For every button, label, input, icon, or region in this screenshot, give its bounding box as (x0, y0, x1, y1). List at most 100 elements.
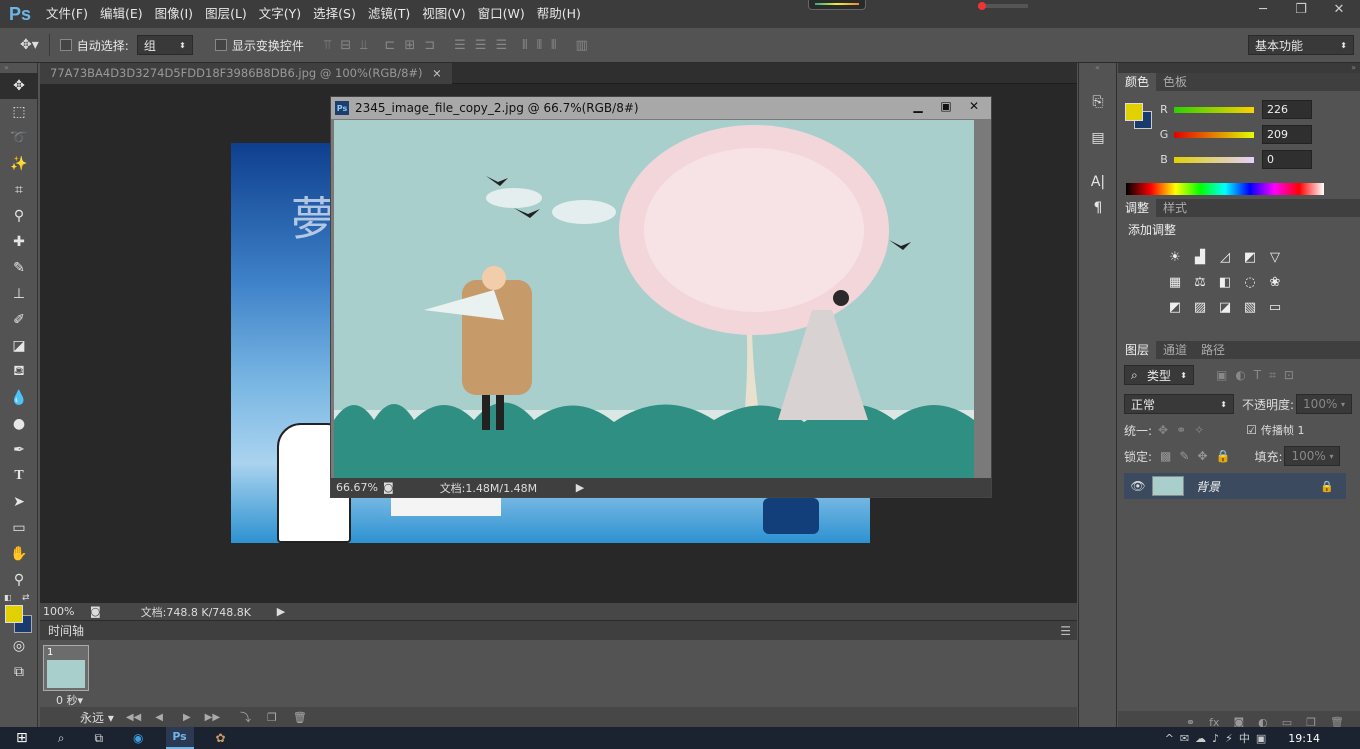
status-info-icon[interactable]: ◙ (90, 605, 101, 618)
paragraph-panel-icon[interactable]: ¶ (1079, 195, 1117, 221)
path-selection-tool-icon[interactable]: ➤ (0, 489, 38, 515)
menu-edit[interactable]: 编辑(E) (94, 0, 149, 28)
move-tool-icon[interactable]: ✥ (0, 73, 38, 99)
tween-icon[interactable]: ⤵ (240, 709, 251, 725)
distribute-top-icon[interactable]: ☰ (454, 38, 466, 53)
quick-mask-icon[interactable]: ◎ (0, 633, 38, 659)
filter-type-icons[interactable]: ▣◐T⌗⊡ (1216, 368, 1302, 383)
floating-window-titlebar[interactable]: Ps 2345_image_file_copy_2.jpg @ 66.7%(RG… (331, 97, 991, 119)
red-value[interactable]: 226 (1262, 100, 1312, 119)
play-icon[interactable]: ▶ (183, 712, 191, 723)
green-value[interactable]: 209 (1262, 125, 1312, 144)
status-menu-arrow-icon[interactable]: ▶ (277, 605, 285, 618)
windows-start-icon[interactable]: ⊞ (16, 730, 28, 746)
distribute-vcenter-icon[interactable]: ☰ (475, 38, 487, 53)
default-colors-icon[interactable]: ◧ (4, 593, 12, 602)
image-viewer-icon[interactable]: ✿ (216, 731, 226, 745)
menu-view[interactable]: 视图(V) (416, 0, 471, 28)
menu-select[interactable]: 选择(S) (307, 0, 362, 28)
zoom-tool-icon[interactable]: ⚲ (0, 567, 38, 593)
black-white-icon[interactable]: ◧ (1214, 271, 1236, 293)
tab-channels[interactable]: 通道 (1156, 341, 1194, 359)
delete-frame-icon[interactable]: 🗑 (293, 711, 307, 724)
crop-tool-icon[interactable]: ⌗ (0, 177, 38, 203)
lock-icons[interactable]: ▩✎✥🔒 (1160, 449, 1238, 463)
gradient-map-icon[interactable]: ▧ (1239, 296, 1261, 318)
menu-file[interactable]: 文件(F) (40, 0, 94, 28)
menu-type[interactable]: 文字(Y) (253, 0, 307, 28)
brightness-icon[interactable]: ☀ (1164, 246, 1186, 268)
tab-swatches[interactable]: 色板 (1156, 73, 1194, 91)
hue-saturation-icon[interactable]: ▦ (1164, 271, 1186, 293)
layer-row-background[interactable]: 👁 背景 🔒 (1124, 473, 1346, 499)
browser-icon[interactable]: ◉ (133, 731, 143, 745)
selective-color-icon[interactable]: ▭ (1264, 296, 1286, 318)
align-left-icon[interactable]: ⊏ (384, 38, 395, 53)
blend-mode-dropdown[interactable]: 正常 ⬍ (1124, 394, 1234, 414)
align-right-icon[interactable]: ⊐ (424, 38, 435, 53)
align-top-icon[interactable]: ⫪ (324, 38, 331, 53)
posterize-icon[interactable]: ▨ (1189, 296, 1211, 318)
frame-delay[interactable]: 0 秒▾ (56, 692, 83, 708)
task-view-icon[interactable]: ⧉ (94, 731, 103, 746)
distribute-hcenter-icon[interactable]: ⫴ (537, 38, 542, 53)
blue-value[interactable]: 0 (1262, 150, 1312, 169)
photo-filter-icon[interactable]: ◌ (1239, 271, 1261, 293)
unify-icons[interactable]: ✥⚭✧ (1158, 423, 1212, 437)
loop-dropdown[interactable]: 永远 ▾ (80, 709, 114, 726)
dodge-tool-icon[interactable]: ● (0, 411, 38, 437)
close-button[interactable]: ✕ (1326, 0, 1352, 20)
paint-bucket-tool-icon[interactable]: ⛾ (0, 359, 38, 385)
float-zoom-value[interactable]: 66.67% (331, 481, 381, 494)
tab-paths[interactable]: 路径 (1194, 341, 1232, 359)
magic-wand-tool-icon[interactable]: ✨ (0, 151, 38, 177)
layer-filter-dropdown[interactable]: ⌕ 类型 ⬍ (1124, 365, 1194, 385)
clone-stamp-tool-icon[interactable]: ⊥ (0, 281, 38, 307)
brush-tool-icon[interactable]: ✎ (0, 255, 38, 281)
zoom-value[interactable]: 100% (40, 605, 90, 618)
levels-icon[interactable]: ▟ (1189, 246, 1211, 268)
opacity-field[interactable]: 100% ▾ (1296, 394, 1353, 414)
next-frame-icon[interactable]: ▶▶ (205, 712, 220, 723)
history-brush-tool-icon[interactable]: ✐ (0, 307, 38, 333)
propagate-checkbox[interactable]: ☑ (1246, 423, 1257, 437)
lasso-tool-icon[interactable]: ➰ (0, 125, 38, 151)
collapse-icon[interactable]: « (1079, 63, 1116, 75)
vibrance-icon[interactable]: ▽ (1264, 246, 1286, 268)
auto-select-checkbox[interactable] (59, 39, 72, 51)
first-frame-icon[interactable]: ◀◀ (126, 712, 141, 723)
menu-layer[interactable]: 图层(L) (199, 0, 253, 28)
distribute-left-icon[interactable]: ⫴ (522, 38, 527, 53)
status-menu-arrow-icon[interactable]: ▶ (576, 481, 584, 494)
tab-color[interactable]: 颜色 (1118, 73, 1157, 91)
invert-icon[interactable]: ◩ (1164, 296, 1186, 318)
floating-document-window[interactable]: Ps 2345_image_file_copy_2.jpg @ 66.7%(RG… (330, 96, 992, 498)
curves-icon[interactable]: ◿ (1214, 246, 1236, 268)
collapse-icon[interactable]: » (1118, 63, 1360, 73)
fill-field[interactable]: 100% ▾ (1284, 446, 1341, 466)
history-panel-icon[interactable]: ⎘ (1079, 89, 1117, 115)
show-transform-checkbox[interactable] (214, 39, 227, 51)
menu-filter[interactable]: 滤镜(T) (362, 0, 416, 28)
workspace-dropdown[interactable]: 基本功能 ⬍ (1248, 35, 1354, 55)
search-icon[interactable]: ⌕ (58, 731, 65, 746)
duplicate-frame-icon[interactable]: ❐ (267, 711, 277, 724)
tab-adjustments[interactable]: 调整 (1118, 199, 1157, 217)
menu-help[interactable]: 帮助(H) (531, 0, 587, 28)
foreground-color-swatch[interactable] (5, 605, 23, 623)
illustration-canvas[interactable] (334, 120, 974, 478)
restore-button[interactable]: ❐ (1288, 0, 1314, 20)
float-close-button[interactable]: ✕ (961, 97, 987, 115)
color-balance-icon[interactable]: ⚖ (1189, 271, 1211, 293)
blue-slider[interactable] (1174, 156, 1254, 163)
green-slider[interactable] (1174, 131, 1254, 138)
menu-window[interactable]: 窗口(W) (472, 0, 531, 28)
screen-mode-icon[interactable]: ⧉ (0, 659, 38, 685)
layer-name[interactable]: 背景 (1196, 478, 1220, 495)
eyedropper-tool-icon[interactable]: ⚲ (0, 203, 38, 229)
hand-tool-icon[interactable]: ✋ (0, 541, 38, 567)
prev-frame-icon[interactable]: ◀ (155, 712, 163, 723)
blur-tool-icon[interactable]: 💧 (0, 385, 38, 411)
healing-brush-tool-icon[interactable]: ✚ (0, 229, 38, 255)
auto-align-icon[interactable]: ▥ (576, 38, 588, 53)
